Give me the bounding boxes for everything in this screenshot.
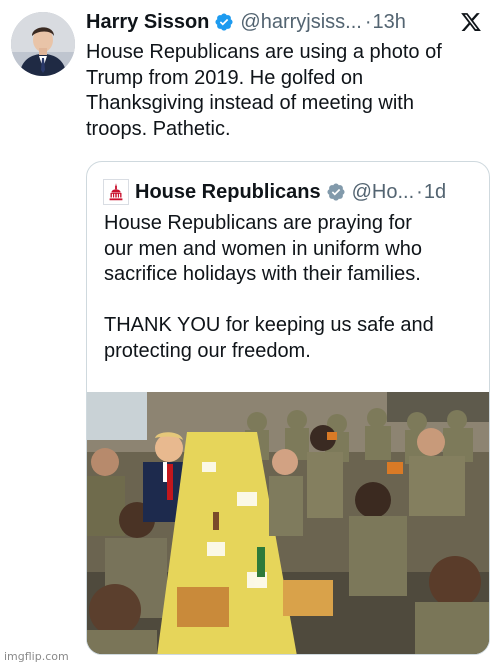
quoted-tweet-header: House Republicans @Ho... · 1d [103, 178, 479, 206]
author-name[interactable]: Harry Sisson [86, 11, 209, 34]
quoted-text-line: protecting our freedom. [104, 339, 311, 362]
tweet-timestamp[interactable]: 13h [373, 11, 406, 34]
tweet-card: Harry Sisson @harryjsiss... · 13h House … [0, 0, 500, 665]
imgflip-watermark: imgflip.com [4, 650, 69, 663]
quoted-header-separator: · [416, 180, 423, 203]
verified-badge-icon [214, 12, 234, 32]
quoted-author-handle[interactable]: @Ho... [352, 181, 415, 204]
tweet-header: Harry Sisson @harryjsiss... · 13h [86, 8, 482, 36]
quoted-paragraph: House Republicans are praying for our me… [104, 211, 484, 288]
capitol-dome-logo[interactable] [103, 179, 129, 205]
quoted-paragraph: THANK YOU for keeping us safe and protec… [104, 313, 484, 364]
tweet-text-line: House Republicans are using a photo of [86, 41, 442, 63]
quoted-tweet[interactable]: House Republicans @Ho... · 1d House Repu… [86, 161, 490, 655]
quoted-text-line: THANK YOU for keeping us safe and [104, 314, 434, 336]
header-separator: · [364, 10, 372, 33]
tweet-text-line: Trump from 2019. He golfed on [86, 66, 364, 89]
quoted-tweet-photo[interactable] [87, 392, 489, 654]
mess-hall-photo [87, 392, 489, 654]
tweet-text-line: troops. Pathetic. [86, 117, 231, 140]
quoted-tweet-body: House Republicans are praying for our me… [104, 211, 484, 364]
verified-badge-icon [326, 182, 346, 202]
quoted-tweet-timestamp[interactable]: 1d [424, 181, 446, 204]
tweet-text-line: Thanksgiving instead of meeting with [86, 92, 414, 114]
quoted-text-line: our men and women in uniform who [104, 237, 422, 260]
avatar-photo [11, 12, 75, 76]
x-logo-icon [460, 11, 482, 33]
quoted-text-line: sacrifice holidays with their families. [104, 263, 421, 285]
author-handle[interactable]: @harryjsiss... [240, 11, 361, 34]
tweet-body: House Republicans are using a photo of T… [86, 40, 486, 142]
quoted-text-line: House Republicans are praying for [104, 212, 412, 234]
quoted-author-name[interactable]: House Republicans [135, 181, 321, 204]
author-avatar[interactable] [11, 12, 75, 76]
